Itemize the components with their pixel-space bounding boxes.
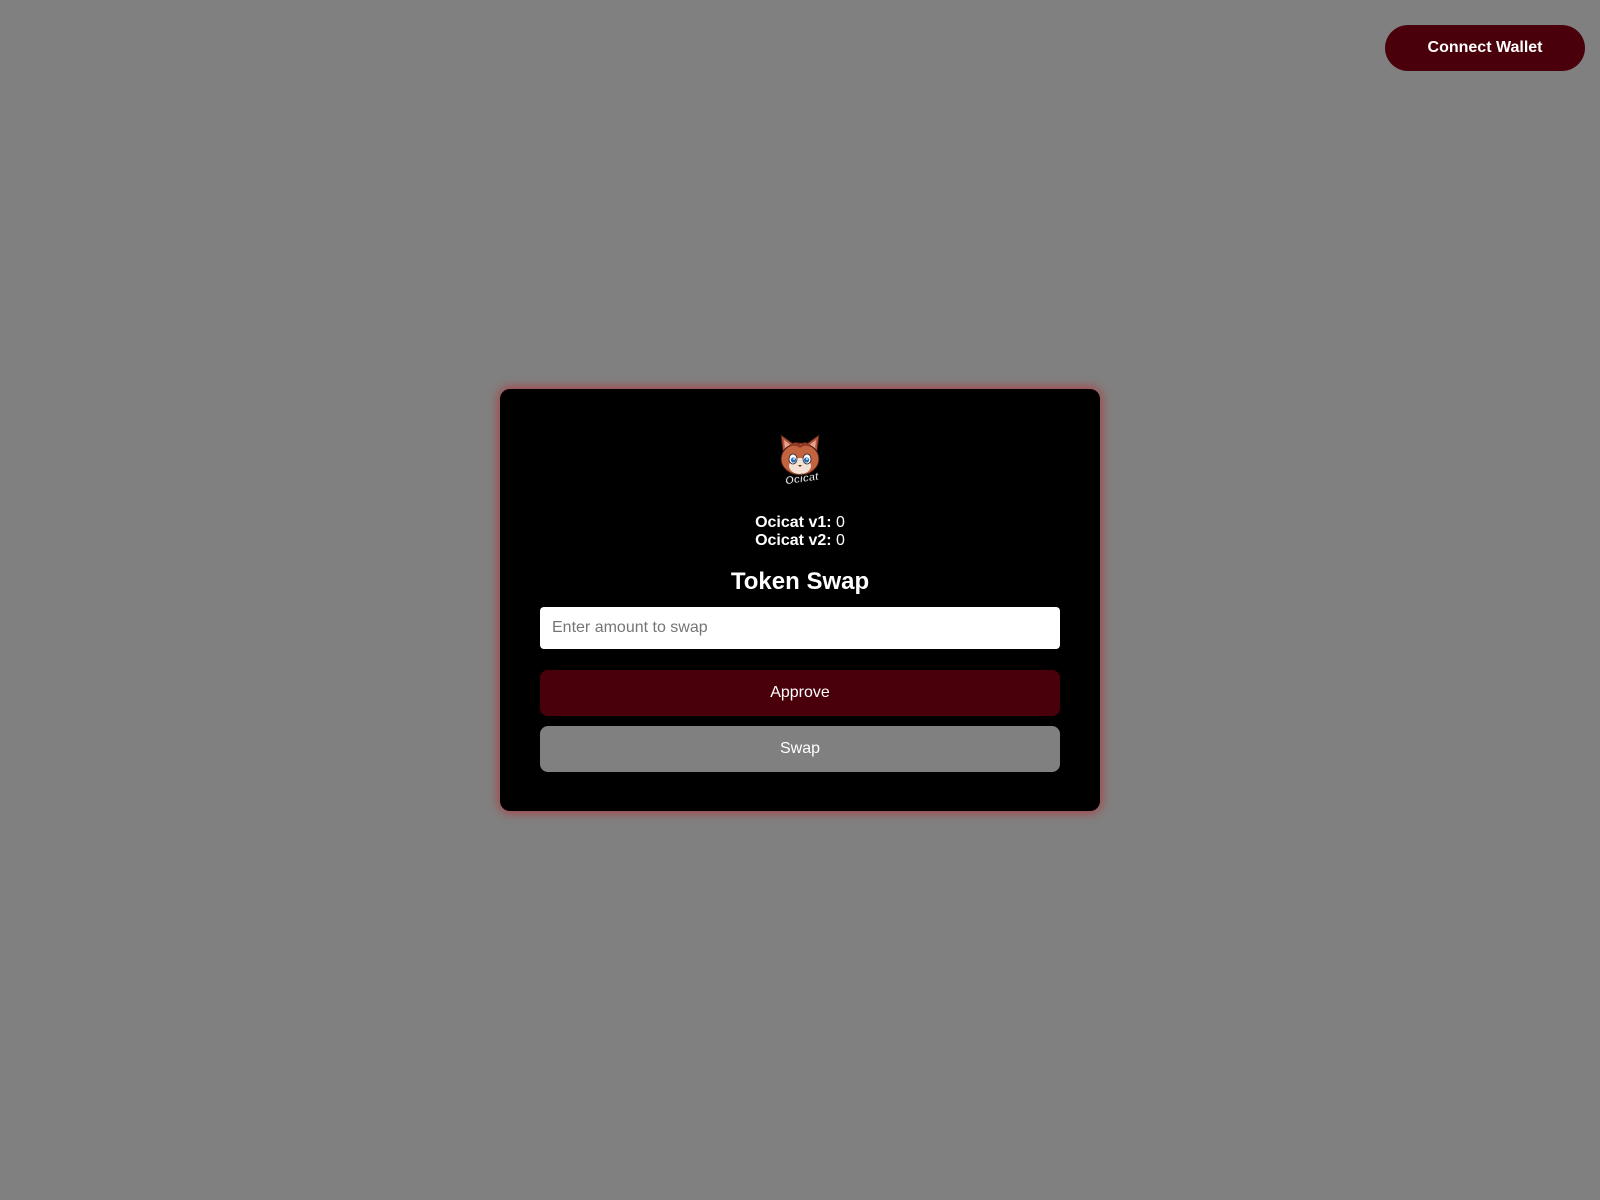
page-title: Token Swap <box>730 568 870 595</box>
balances: Ocicat v1: 0 Ocicat v2: 0 <box>500 514 1100 550</box>
connect-wallet-button[interactable]: Connect Wallet <box>1385 25 1585 71</box>
balance-v2-value: 0 <box>836 532 845 549</box>
balance-v2-label: Ocicat v2: <box>755 532 832 549</box>
balance-v1-label: Ocicat v1: <box>755 514 832 531</box>
swap-card: Ocicat Ocicat v1: 0 Ocicat v2: 0 Token S… <box>500 389 1100 811</box>
balance-v2: Ocicat v2: 0 <box>500 532 1100 550</box>
ocicat-logo-icon: Ocicat <box>775 431 825 488</box>
swap-button[interactable]: Swap <box>540 726 1060 772</box>
approve-button[interactable]: Approve <box>540 670 1060 716</box>
balance-v1: Ocicat v1: 0 <box>500 514 1100 532</box>
amount-input[interactable] <box>540 607 1060 649</box>
balance-v1-value: 0 <box>836 514 845 531</box>
